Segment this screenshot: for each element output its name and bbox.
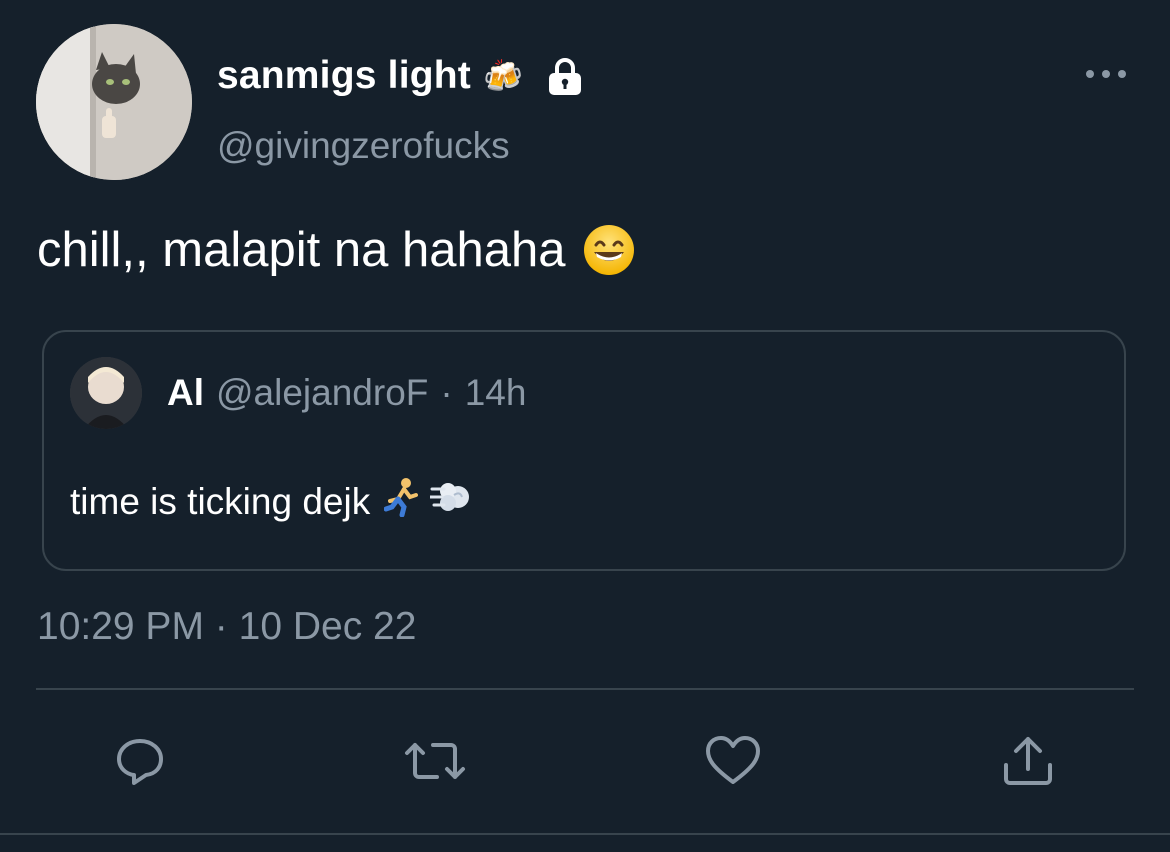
tweet-text-content: chill,, malapit na hahaha [37,223,566,277]
share-button[interactable] [999,734,1057,792]
author-name-row: sanmigs light 🍻 [217,50,585,102]
dash-icon [428,479,472,524]
quoted-tweet-header: Al @alejandroF · 14h [167,372,526,414]
quoted-time-ago[interactable]: 14h [465,372,527,414]
tweet-text: chill,, malapit na hahaha [37,222,635,278]
grinning-face-icon [583,224,635,276]
quoted-author-avatar[interactable] [70,357,142,429]
more-options-icon[interactable] [1086,62,1126,86]
tweet-timestamp[interactable]: 10:29 PM · 10 Dec 22 [37,605,416,649]
quoted-tweet-emojis [383,477,472,526]
lock-icon [545,56,585,96]
divider [36,688,1134,690]
quoted-tweet-text: time is ticking dejk [70,477,472,526]
reply-icon [112,733,168,794]
quoted-separator: · [440,372,453,413]
quoted-author-name[interactable]: Al [167,372,204,414]
like-button[interactable] [704,734,762,792]
timestamp-separator: · [214,605,228,648]
author-avatar[interactable] [36,24,192,180]
bottom-divider [0,833,1170,835]
beer-mugs-icon: 🍻 [482,57,523,95]
quoted-tweet-card[interactable]: Al @alejandroF · 14h time is ticking dej… [42,330,1126,571]
tweet-detail: sanmigs light 🍻 @givingzerofucks chill,,… [0,0,1170,852]
quoted-tweet-text-content: time is ticking dejk [70,480,371,522]
person-running-icon [383,477,419,526]
tweet-time: 10:29 PM [37,605,204,648]
share-icon [1000,733,1056,794]
tweet-date: 10 Dec 22 [238,605,417,648]
like-icon [704,734,762,793]
retweet-icon [403,733,467,794]
quoted-author-handle[interactable]: @alejandroF [216,372,428,414]
author-handle[interactable]: @givingzerofucks [217,125,510,167]
reply-button[interactable] [111,734,169,792]
author-display-name[interactable]: sanmigs light [217,54,471,98]
retweet-button[interactable] [403,733,467,794]
